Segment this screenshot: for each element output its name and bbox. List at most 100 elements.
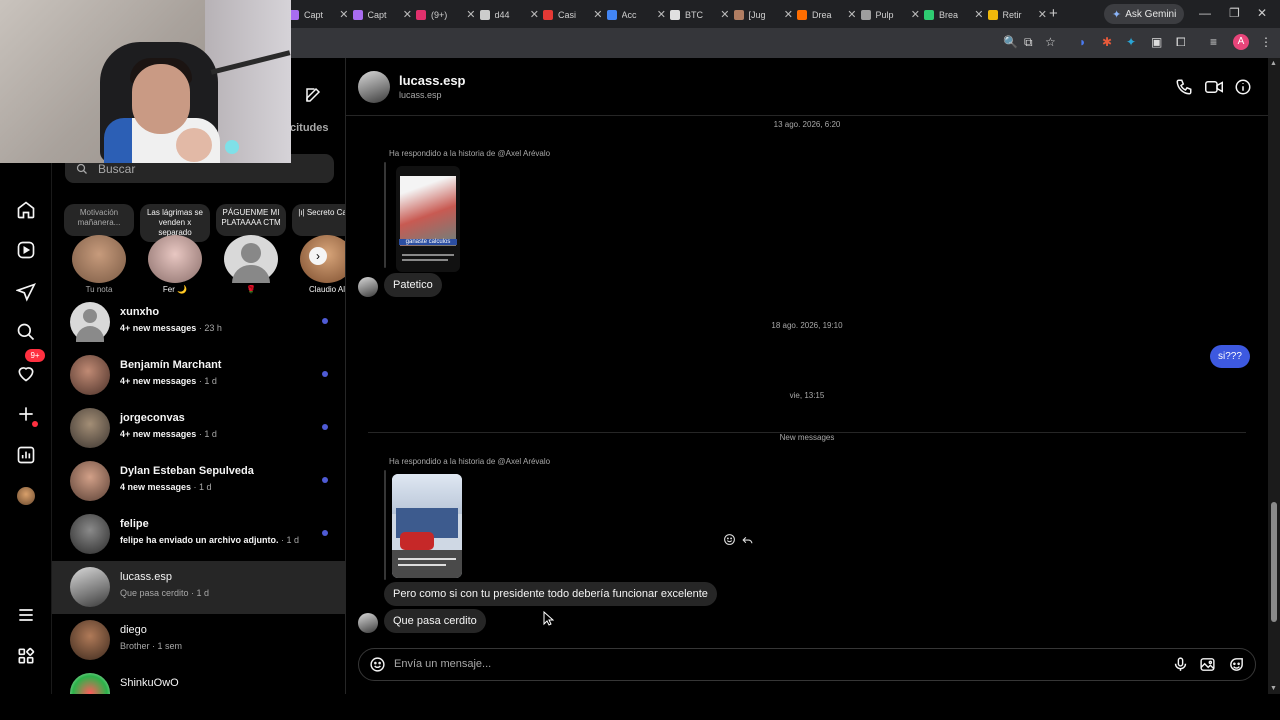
story-reply-label: Ha respondido a la historia de @Axel Aré… <box>389 149 551 158</box>
reading-list-icon[interactable]: ≡ <box>1210 35 1217 49</box>
messages-icon[interactable] <box>14 280 38 304</box>
browser-tab[interactable]: BTC ✕ <box>670 4 734 26</box>
ask-gemini-button[interactable]: ✦ Ask Gemini <box>1104 4 1185 24</box>
timestamp: vie, 13:15 <box>789 391 825 400</box>
image-upload-icon[interactable] <box>1199 656 1216 678</box>
phone-call-icon[interactable] <box>1175 78 1193 101</box>
minimize-button[interactable]: — <box>1199 6 1211 20</box>
conversation-item[interactable]: jorgeconvas 4+ new messages · 1 d <box>52 402 345 455</box>
maximize-button[interactable]: ❐ <box>1229 6 1240 20</box>
webcam-overlay <box>0 0 291 163</box>
dashboard-icon[interactable] <box>14 443 38 467</box>
tab-close-icon[interactable]: ✕ <box>847 8 856 21</box>
browser-tab[interactable]: Pulp ✕ <box>860 4 925 26</box>
conversation-subtitle: 4+ new messages · 23 h <box>120 323 222 333</box>
browser-tab[interactable]: Casi ✕ <box>543 4 607 26</box>
requests-tab[interactable]: citudes <box>290 122 329 134</box>
message-bubble-incoming[interactable]: Pero como si con tu presidente todo debe… <box>384 582 717 606</box>
tab-label: Acc <box>621 10 637 20</box>
browser-tab[interactable]: Drea ✕ <box>797 4 861 26</box>
tab-close-icon[interactable]: ✕ <box>466 8 475 21</box>
conversation-name: jorgeconvas <box>120 412 185 424</box>
scroll-thumb[interactable] <box>1271 502 1277 622</box>
sticker-icon[interactable] <box>1228 656 1245 678</box>
profile-avatar[interactable]: A <box>1233 34 1249 50</box>
tab-close-icon[interactable]: ✕ <box>974 8 983 21</box>
tab-close-icon[interactable]: ✕ <box>911 8 920 21</box>
tab-close-icon[interactable]: ✕ <box>784 8 793 21</box>
extension-icon[interactable]: ▣ <box>1151 35 1162 49</box>
tab-label: d44 <box>494 10 510 20</box>
home-icon[interactable] <box>14 198 38 222</box>
browser-tab[interactable]: Acc ✕ <box>606 4 671 26</box>
tab-close-icon[interactable]: ✕ <box>657 8 666 21</box>
tab-close-icon[interactable]: ✕ <box>1038 8 1047 21</box>
new-message-icon[interactable] <box>304 86 322 109</box>
message-composer[interactable]: Envía un mensaje... <box>358 648 1256 681</box>
also-from-meta-icon[interactable] <box>14 644 38 668</box>
microphone-icon[interactable] <box>1172 656 1189 678</box>
conversation-item[interactable]: lucass.esp Que pasa cerdito · 1 d <box>52 561 345 614</box>
message-bubble-incoming[interactable]: Patetico <box>384 273 442 297</box>
page-scrollbar[interactable]: ▲ ▼ <box>1268 58 1280 694</box>
profile-avatar-icon[interactable] <box>14 484 38 508</box>
reply-arrow-icon[interactable] <box>741 533 754 551</box>
tab-close-icon[interactable]: ✕ <box>720 8 729 21</box>
browser-tab[interactable]: Capt ✕ <box>289 4 353 26</box>
browser-tab[interactable]: Retir ✕ <box>987 4 1052 26</box>
conversation-item[interactable]: diego Brother · 1 sem <box>52 614 345 667</box>
sender-avatar[interactable] <box>358 613 378 633</box>
sender-avatar[interactable] <box>358 277 378 297</box>
cast-icon[interactable]: ⧉ <box>1024 35 1033 50</box>
search-icon[interactable] <box>14 320 38 344</box>
menu-kebab-icon[interactable]: ⋮ <box>1260 35 1272 49</box>
conversation-item[interactable]: ShinkuOwOTú: o sañ... · 1 sem <box>52 667 345 694</box>
extension-icon[interactable]: ◗ <box>1079 35 1086 49</box>
tab-close-icon[interactable]: ✕ <box>530 8 539 21</box>
conversation-name: Dylan Esteban Sepulveda <box>120 465 254 477</box>
chat-name[interactable]: lucass.esp <box>399 73 466 88</box>
chat-username: lucass.esp <box>399 90 442 100</box>
notifications-heart-icon[interactable] <box>14 361 38 385</box>
chat-avatar[interactable] <box>358 71 390 103</box>
conversation-avatar <box>70 461 110 501</box>
story-thumbnail[interactable]: ganaste calculos <box>396 166 460 272</box>
conversation-item[interactable]: felipe felipe ha enviado un archivo adjun… <box>52 508 345 561</box>
reels-icon[interactable] <box>14 238 38 262</box>
extensions-puzzle-icon[interactable]: ⧠ <box>1176 35 1186 50</box>
extension-icon[interactable]: ✦ <box>1126 35 1136 49</box>
tab-label: [Jug <box>748 10 766 20</box>
browser-tab[interactable]: Brea ✕ <box>924 4 988 26</box>
conversation-list: xunxho 4+ new messages · 23 h Benjamín Mar… <box>52 296 345 694</box>
scroll-down-arrow[interactable]: ▼ <box>1270 685 1277 692</box>
message-bubble-outgoing[interactable]: si??? <box>1210 345 1250 368</box>
info-icon[interactable] <box>1234 78 1252 101</box>
note-avatar <box>72 235 126 283</box>
tab-close-icon[interactable]: ✕ <box>593 8 602 21</box>
new-tab-button[interactable]: + <box>1049 5 1058 22</box>
scroll-up-arrow[interactable]: ▲ <box>1270 60 1277 67</box>
story-thumbnail[interactable] <box>392 474 462 578</box>
extension-icon[interactable]: ✱ <box>1102 35 1112 49</box>
conversation-item[interactable]: Benjamín Marchant 4+ new messages · 1 d <box>52 349 345 402</box>
conversation-item[interactable]: Dylan Esteban Sepulveda 4 new messages · … <box>52 455 345 508</box>
emoji-react-icon[interactable] <box>723 533 736 551</box>
tab-close-icon[interactable]: ✕ <box>403 8 412 21</box>
browser-tab[interactable]: d44 ✕ <box>479 4 544 26</box>
video-call-icon[interactable] <box>1204 78 1224 101</box>
zoom-icon[interactable]: 🔍 <box>1003 35 1018 49</box>
browser-tab[interactable]: [Jug ✕ <box>733 4 798 26</box>
more-menu-icon[interactable] <box>14 603 38 627</box>
notes-next-arrow[interactable]: › <box>309 247 327 265</box>
browser-tab[interactable]: Capt ✕ <box>352 4 417 26</box>
bookmark-star-icon[interactable]: ☆ <box>1045 35 1056 49</box>
tab-close-icon[interactable]: ✕ <box>339 8 348 21</box>
message-bubble-incoming[interactable]: Que pasa cerdito <box>384 609 486 633</box>
close-window-button[interactable]: ✕ <box>1257 6 1267 20</box>
conversation-subtitle: 4 new messages · 1 d <box>120 482 212 492</box>
conversation-avatar <box>70 408 110 448</box>
create-plus-icon[interactable] <box>14 402 38 426</box>
browser-tab[interactable]: (9+) ✕ <box>416 4 480 26</box>
conversation-item[interactable]: xunxho 4+ new messages · 23 h <box>52 296 345 349</box>
emoji-picker-icon[interactable] <box>369 656 386 678</box>
